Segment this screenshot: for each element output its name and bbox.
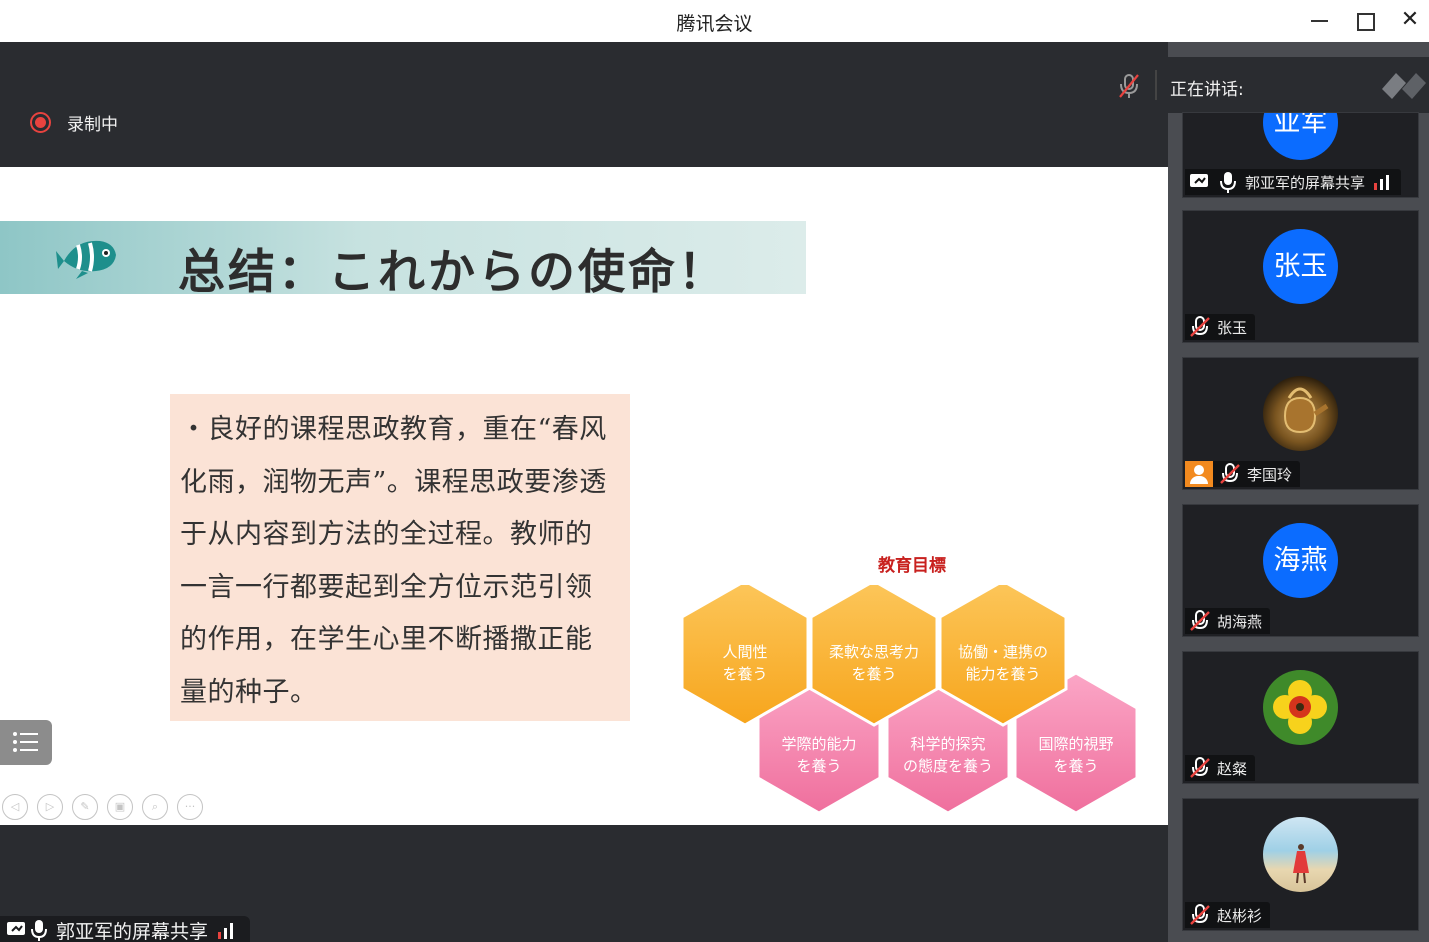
participants-panel: 正在讲话: 业军 郭亚军的屏幕共享 张玉 张玉 李国玲 海燕 胡海燕 赵粲 赵彬… [1168, 42, 1429, 942]
slide-title: 总结：これからの使命！ [178, 245, 728, 300]
muted-mic-icon [1190, 316, 1210, 337]
screen-share-icon [7, 922, 25, 935]
slide-controls: ◁ ▷ ✎ ▣ ⌕ ··· [2, 794, 203, 820]
hex-label-10: を養う [851, 665, 896, 683]
next-slide-icon[interactable]: ▷ [37, 794, 63, 820]
hex-label-4: の態度を養う [903, 757, 993, 775]
participant-tile[interactable]: 赵彬衫 [1182, 798, 1419, 931]
signal-icon [218, 923, 234, 939]
list-icon [13, 732, 38, 752]
divider [1155, 70, 1157, 100]
host-icon [1185, 461, 1213, 487]
meeting-stage: 录制中 总结：これからの使命！ ・良好的课程思政教育，重在“春风化雨，润物无声”… [0, 42, 1168, 942]
avatar [1263, 817, 1338, 892]
slide-body-text: ・良好的课程思政教育，重在“春风化雨，润物无声”。课程思政要渗透于从内容到方法的… [180, 414, 607, 708]
participant-name: 赵粲 [1217, 759, 1248, 778]
participant-name: 郭亚军的屏幕共享 [1245, 173, 1366, 192]
zoom-icon[interactable]: ⌕ [142, 794, 168, 820]
minimize-icon[interactable] [1307, 8, 1333, 34]
tencent-meeting-logo-icon [1382, 73, 1426, 99]
hex-label-12: 能力を養う [965, 665, 1040, 683]
beach-picture [1293, 844, 1309, 884]
participant-name: 张玉 [1217, 318, 1248, 337]
slide-text-box: ・良好的课程思政教育，重在“春风化雨，润物无声”。课程思政要渗透于从内容到方法的… [170, 394, 630, 721]
participant-nametag: 张玉 [1185, 314, 1256, 340]
participant-name: 赵彬衫 [1217, 906, 1263, 925]
participant-nametag: 赵彬衫 [1185, 902, 1271, 928]
window-title: 腾讯会议 [676, 13, 753, 35]
hex-label-11: 協働・連携の [958, 643, 1048, 661]
muted-mic-icon [1190, 757, 1210, 778]
avatar: 张玉 [1263, 229, 1338, 304]
avatar: 海燕 [1263, 523, 1338, 598]
maximize-icon[interactable] [1352, 8, 1378, 34]
close-icon[interactable]: ✕ [1397, 8, 1423, 34]
pen-icon[interactable]: ✎ [72, 794, 98, 820]
avatar: 业军 [1263, 113, 1338, 160]
avatar [1263, 376, 1338, 451]
muted-mic-icon [1190, 904, 1210, 925]
hex-label-3: 科学的探究 [910, 735, 985, 753]
participant-tile[interactable]: 海燕 胡海燕 [1182, 504, 1419, 637]
participant-nametag: 赵粲 [1185, 755, 1256, 781]
mic-icon [1220, 172, 1236, 193]
screen-share-label: 郭亚军的屏幕共享 [56, 920, 209, 942]
hex-label-6: を養う [1053, 757, 1098, 775]
participant-nametag: 郭亚军的屏幕共享 [1185, 169, 1402, 195]
fish-logo-icon [56, 240, 116, 279]
avatar [1263, 670, 1338, 745]
teapot-picture [1283, 387, 1329, 434]
more-icon[interactable]: ··· [177, 794, 203, 820]
hex-label-8: を養う [722, 665, 767, 683]
participant-name: 李国玲 [1247, 465, 1293, 484]
hex-label-7: 人間性 [722, 643, 767, 661]
slides-grid-icon[interactable]: ▣ [107, 794, 133, 820]
screen-share-icon [1190, 174, 1208, 187]
slide-title-banner: 总结：これからの使命！ [0, 221, 806, 300]
muted-mic-icon[interactable] [1116, 72, 1142, 100]
hex-label-5: 国際的視野 [1038, 735, 1113, 753]
signal-icon [1374, 175, 1390, 190]
participant-tile[interactable]: 张玉 张玉 [1182, 210, 1419, 343]
mic-icon [31, 920, 47, 941]
diagram-title: 教育目標 [878, 556, 946, 576]
record-icon [30, 112, 51, 133]
hex-label-2: を養う [796, 757, 841, 775]
muted-mic-icon [1220, 463, 1240, 484]
muted-mic-icon [1190, 610, 1210, 631]
speaking-header: 正在讲话: [1168, 57, 1429, 113]
hex-label-9: 柔軟な思考力 [829, 643, 919, 661]
participant-tile[interactable]: 业军 郭亚军的屏幕共享 [1182, 112, 1419, 198]
prev-slide-icon[interactable]: ◁ [2, 794, 28, 820]
hex-label-1: 学際的能力 [781, 735, 856, 753]
title-bar: 腾讯会议 ✕ [0, 0, 1429, 42]
recording-indicator[interactable]: 录制中 [30, 110, 118, 135]
participant-nametag: 李国玲 [1185, 461, 1301, 487]
participant-tile[interactable]: 李国玲 [1182, 357, 1419, 490]
recording-label: 录制中 [67, 115, 118, 135]
speaking-label: 正在讲话: [1170, 80, 1244, 100]
participant-tile[interactable]: 赵粲 [1182, 651, 1419, 784]
shared-slide: 总结：これからの使命！ ・良好的课程思政教育，重在“春风化雨，润物无声”。课程思… [0, 167, 1168, 825]
participant-name: 胡海燕 [1217, 612, 1263, 631]
education-goals-diagram: 学際的能力 を養う 科学的探究 の態度を養う 国際的視野 を養う 人間性 を養う… [680, 585, 1139, 815]
participant-nametag: 胡海燕 [1185, 608, 1271, 634]
slide-menu-button[interactable] [0, 720, 52, 765]
screen-share-tag: 郭亚军的屏幕共享 [0, 916, 250, 942]
flower-picture [1273, 680, 1327, 734]
